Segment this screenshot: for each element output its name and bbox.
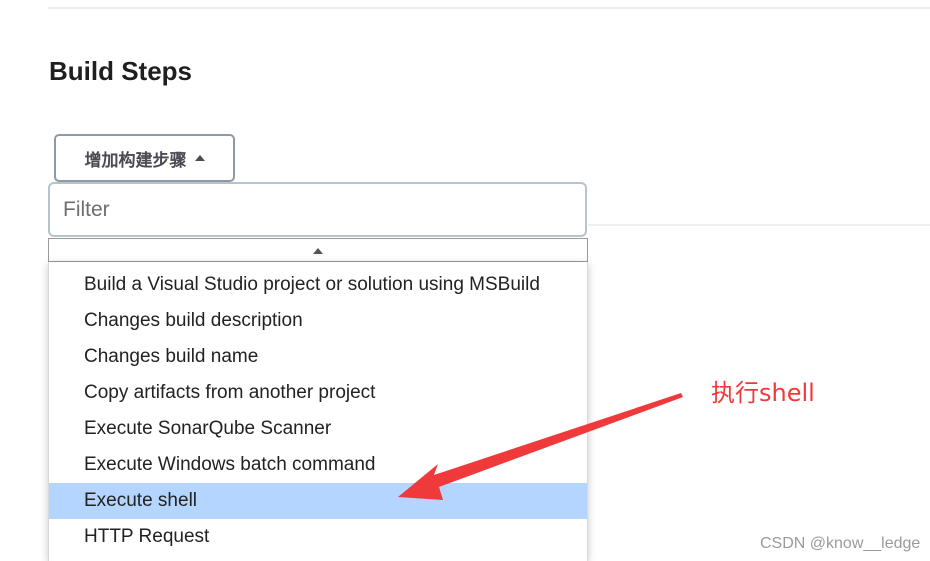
build-step-dropdown-list: Build a Visual Studio project or solutio… <box>48 262 588 561</box>
dropdown-scroll-up-button[interactable] <box>48 238 588 262</box>
dropdown-item-changes-build-description[interactable]: Changes build description <box>49 303 587 339</box>
dropdown-item-changes-build-name[interactable]: Changes build name <box>49 339 587 375</box>
dropdown-item-msbuild[interactable]: Build a Visual Studio project or solutio… <box>49 267 587 303</box>
dropdown-item-execute-shell[interactable]: Execute shell <box>49 483 587 519</box>
section-title: Build Steps <box>49 56 193 86</box>
dropdown-item-windows-batch[interactable]: Execute Windows batch command <box>49 447 587 483</box>
section-divider <box>588 224 930 226</box>
add-build-step-button[interactable]: 增加构建步骤 <box>54 134 235 182</box>
caret-up-icon <box>194 155 205 161</box>
watermark: CSDN @know__ledge <box>760 535 921 552</box>
dropdown-item-http-request[interactable]: HTTP Request <box>49 519 587 555</box>
top-divider <box>48 7 930 9</box>
filter-input[interactable] <box>48 182 587 237</box>
annotation-label: 执行shell <box>711 379 815 407</box>
dropdown-item-copy-artifacts[interactable]: Copy artifacts from another project <box>49 375 587 411</box>
dropdown-item-sonarqube-scanner[interactable]: Execute SonarQube Scanner <box>49 411 587 447</box>
scroll-up-arrow-icon <box>313 248 323 254</box>
add-build-step-label: 增加构建步骤 <box>84 150 187 170</box>
